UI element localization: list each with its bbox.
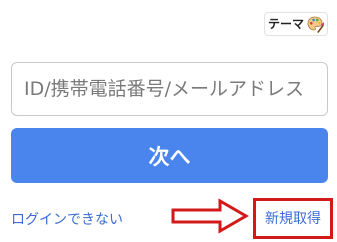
cant-login-link[interactable]: ログインできない <box>11 210 123 230</box>
next-button[interactable]: 次へ <box>11 128 328 183</box>
signup-highlight-box: 新規取得 <box>253 198 333 239</box>
palette-icon <box>306 15 325 33</box>
id-input[interactable] <box>11 62 328 116</box>
theme-label: テーマ <box>267 17 304 31</box>
signup-link[interactable]: 新規取得 <box>265 209 321 229</box>
theme-button[interactable]: テーマ <box>264 12 328 36</box>
right-arrow-icon <box>171 198 250 234</box>
